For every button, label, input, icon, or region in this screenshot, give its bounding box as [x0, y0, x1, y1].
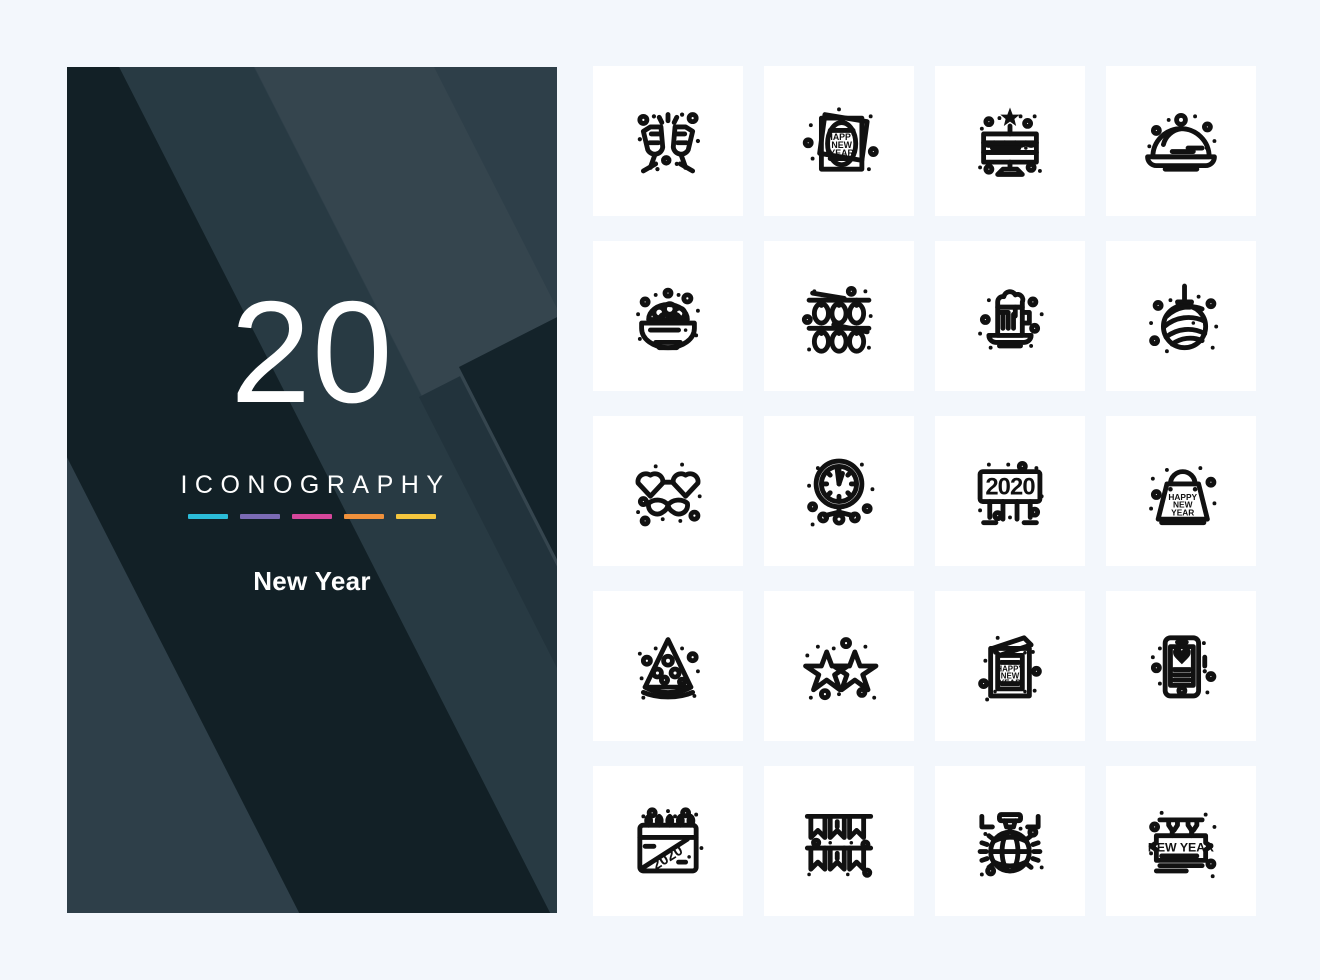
countdown-clock-icon	[807, 458, 875, 527]
svg-text:YEAR: YEAR	[829, 148, 854, 158]
new-year-poster-icon: HAPPY NEW YEAR	[802, 107, 879, 172]
disco-ball-icon	[977, 812, 1044, 877]
icon-card-sweets-bowl[interactable]	[593, 241, 743, 391]
cake-icon	[978, 107, 1042, 177]
bauble-ornament-icon	[1149, 283, 1219, 354]
icon-card-bauble-ornament[interactable]	[1106, 241, 1256, 391]
bunting-flags-icon	[804, 813, 874, 878]
icon-card-bunting-flags[interactable]	[764, 766, 914, 916]
icon-card-beer-mug[interactable]	[935, 241, 1085, 391]
beer-mug-icon	[978, 289, 1044, 350]
cover-content: 20 ICONOGRAPHY New Year	[67, 67, 557, 913]
svg-text:NEW YEAR: NEW YEAR	[1148, 841, 1214, 855]
icon-card-new-year-sign[interactable]: NEW YEAR	[1106, 766, 1256, 916]
icon-card-party-hat[interactable]	[593, 591, 743, 741]
color-bar-group	[188, 514, 436, 519]
icon-card-greeting-card[interactable]: HAPPY NEW YEAR	[935, 591, 1085, 741]
icon-card-calendar-2020[interactable]: 2020	[593, 766, 743, 916]
color-bar-pink	[292, 514, 332, 519]
champagne-toast-icon	[637, 112, 701, 174]
party-props-icon	[635, 462, 702, 527]
icon-card-smartphone-heart[interactable]	[1106, 591, 1256, 741]
icon-card-countdown-clock[interactable]	[764, 416, 914, 566]
svg-text:2020: 2020	[985, 474, 1035, 501]
icon-card-party-props[interactable]	[593, 416, 743, 566]
icon-card-cake[interactable]	[935, 66, 1085, 216]
cover-category: New Year	[253, 566, 371, 596]
icon-card-year-2020-sign[interactable]: 2020	[935, 416, 1085, 566]
shopping-bag-icon: HAPPY NEW YEAR	[1149, 466, 1217, 526]
svg-text:YEAR: YEAR	[1171, 508, 1194, 518]
icon-card-hanging-lanterns[interactable]	[764, 241, 914, 391]
color-bar-yellow	[396, 514, 436, 519]
stars-icon	[803, 637, 879, 701]
color-bar-orange	[344, 514, 384, 519]
icon-card-new-year-poster[interactable]: HAPPY NEW YEAR	[764, 66, 914, 216]
calendar-2020-icon: 2020	[637, 807, 704, 874]
cover-panel: 20 ICONOGRAPHY New Year	[67, 67, 557, 913]
page-root: 20 ICONOGRAPHY New Year HAPPY NEW YEAR 2…	[0, 0, 1320, 980]
icon-card-disco-ball[interactable]	[935, 766, 1085, 916]
icon-card-shopping-bag[interactable]: HAPPY NEW YEAR	[1106, 416, 1256, 566]
color-bar-purple	[240, 514, 280, 519]
icon-card-food-cloche[interactable]	[1106, 66, 1256, 216]
svg-text:YEAR: YEAR	[999, 678, 1021, 687]
smartphone-heart-icon	[1150, 635, 1217, 699]
hanging-lanterns-icon	[801, 285, 873, 354]
party-hat-icon	[637, 637, 700, 700]
new-year-sign-icon: NEW YEAR	[1148, 810, 1217, 879]
greeting-card-icon: HAPPY NEW YEAR	[978, 635, 1042, 702]
color-bar-cyan	[188, 514, 228, 519]
food-cloche-icon	[1145, 113, 1217, 172]
icon-card-champagne-toast[interactable]	[593, 66, 743, 216]
icon-card-stars[interactable]	[764, 591, 914, 741]
icon-count: 20	[230, 271, 394, 433]
icon-grid: HAPPY NEW YEAR 2020 HAPPY NEW YEAR HAPPY…	[593, 66, 1256, 916]
cover-subtitle: ICONOGRAPHY	[180, 471, 451, 499]
year-2020-sign-icon: 2020	[977, 460, 1044, 526]
sweets-bowl-icon	[636, 287, 700, 351]
